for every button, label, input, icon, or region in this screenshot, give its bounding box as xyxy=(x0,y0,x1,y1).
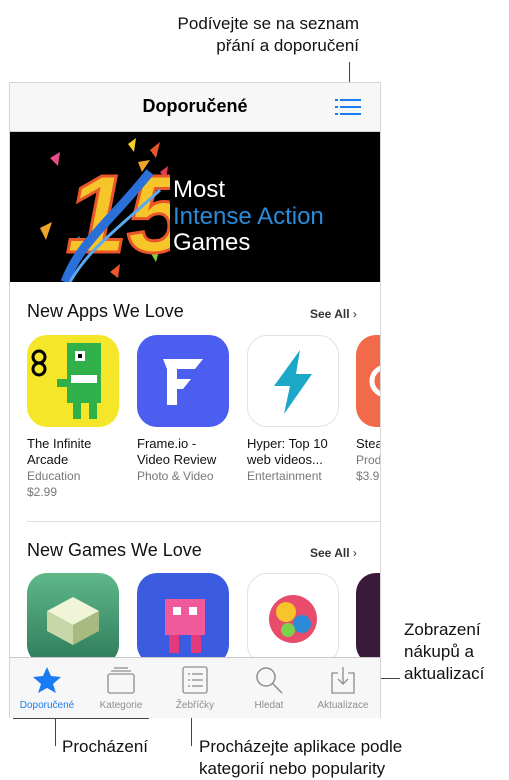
banner-artwork: 15 xyxy=(40,138,170,282)
app-tile-frame-io[interactable]: Frame.io - Video Review Photo & Video xyxy=(137,335,233,484)
app-store-screen: Doporučené 15 xyxy=(9,82,381,718)
app-name-line2: web videos... xyxy=(247,452,323,467)
stack-game-app-icon xyxy=(27,573,119,665)
app-name-line1: Frame.io - xyxy=(137,436,197,451)
section-divider xyxy=(27,521,380,522)
app-category: Photo & Video xyxy=(137,469,214,483)
frame-io-app-icon xyxy=(137,335,229,427)
banner-line3: Games xyxy=(173,229,251,256)
callout-wishlist-line1: Podívejte se na seznam xyxy=(177,14,359,33)
tab-label: Kategorie xyxy=(99,700,143,711)
lightning-bolt-icon xyxy=(274,350,312,414)
hyper-app-icon xyxy=(247,335,339,427)
infinite-arcade-app-icon xyxy=(27,335,119,427)
tab-label: Aktualizace xyxy=(317,700,369,711)
callout-updates-line3: aktualizací xyxy=(404,664,485,683)
download-icon xyxy=(331,667,355,694)
app-name: Frame.io - Video Review xyxy=(137,436,233,468)
game-tile-1[interactable] xyxy=(27,573,123,665)
colorful-sphere-icon xyxy=(269,595,317,643)
ring-icon xyxy=(369,365,380,397)
callout-categories: Procházejte aplikace podle kategorií neb… xyxy=(199,736,402,780)
star-icon xyxy=(33,667,61,693)
tab-updates[interactable]: Aktualizace xyxy=(306,658,380,718)
search-icon xyxy=(256,667,283,694)
see-all-new-games[interactable]: See All › xyxy=(310,546,357,560)
list-icon[interactable] xyxy=(335,97,361,117)
callout-browse: Procházení xyxy=(62,737,148,756)
tab-search[interactable]: Hledat xyxy=(232,658,306,718)
game-tile-2[interactable] xyxy=(137,573,233,665)
callout-updates-line1: Zobrazení xyxy=(404,620,481,639)
game-tile-partial[interactable] xyxy=(356,573,380,665)
pink-character-icon xyxy=(165,599,205,653)
stack-icon xyxy=(107,667,135,694)
chevron-right-icon: › xyxy=(352,307,357,321)
app-tile-infinite-arcade[interactable]: The Infinite Arcade Education $2.99 xyxy=(27,335,123,500)
list-icon xyxy=(182,666,208,694)
chicken-game-app-icon xyxy=(137,573,229,665)
callout-categories-line2: kategorií nebo popularity xyxy=(199,759,386,778)
callout-line-categories xyxy=(191,718,192,746)
tower-blocks-icon xyxy=(47,597,99,645)
tab-label: Žebříčky xyxy=(175,700,215,711)
robot-dino-icon xyxy=(31,343,101,419)
tab-bar: Doporučené Kategorie Žebříčky Hledat Akt… xyxy=(10,657,380,718)
game-tile-3[interactable] xyxy=(247,573,343,665)
callout-wishlist-line2: přání a doporučení xyxy=(216,36,359,55)
app-category: Entertainment xyxy=(247,469,322,483)
tab-top-charts[interactable]: Žebříčky xyxy=(158,658,232,718)
app-price: $2.99 xyxy=(27,485,58,499)
see-all-label: See All xyxy=(310,307,350,321)
app-name: Hyper: Top 10 web videos... xyxy=(247,436,343,468)
color-ball-app-icon xyxy=(247,573,339,665)
tab-featured[interactable]: Doporučené xyxy=(10,658,84,718)
tab-categories[interactable]: Kategorie xyxy=(84,658,158,718)
dark-game-app-icon xyxy=(356,573,380,665)
app-category: Prod xyxy=(356,453,381,467)
partial-app-icon xyxy=(356,335,380,427)
callout-updates: Zobrazení nákupů a aktualizací xyxy=(404,619,484,685)
callout-categories-line1: Procházejte aplikace podle xyxy=(199,737,403,756)
see-all-new-apps[interactable]: See All › xyxy=(310,307,357,321)
frame-io-logo-icon xyxy=(163,359,203,405)
tab-label: Doporučené xyxy=(19,700,75,711)
app-name-line1: Hyper: Top 10 xyxy=(247,436,328,451)
callout-bracket-left xyxy=(13,718,149,719)
callout-line-browse xyxy=(55,718,56,746)
callout-updates-line2: nákupů a xyxy=(404,642,474,661)
navigation-bar: Doporučené xyxy=(10,83,380,132)
featured-banner[interactable]: 15 Most Intense Action Games xyxy=(10,132,380,282)
app-tile-partial[interactable]: Stea Prod $3.9 xyxy=(356,335,381,484)
chevron-right-icon: › xyxy=(352,546,357,560)
page-title: Doporučené xyxy=(142,96,248,116)
banner-line1: Most xyxy=(173,176,226,203)
app-name-line2: Arcade xyxy=(27,452,69,467)
app-category: Education xyxy=(27,469,81,483)
app-name-line1: The Infinite xyxy=(27,436,92,451)
app-price: $3.9 xyxy=(356,469,380,483)
app-name-line2: Video Review xyxy=(137,452,217,467)
section-title-new-apps: New Apps We Love xyxy=(27,301,184,321)
app-name: Stea xyxy=(356,436,381,452)
tab-label: Hledat xyxy=(254,700,284,711)
see-all-label: See All xyxy=(310,546,350,560)
callout-wishlist: Podívejte se na seznam přání a doporučen… xyxy=(122,13,359,57)
banner-line2: Intense Action xyxy=(173,203,324,230)
app-tile-hyper[interactable]: Hyper: Top 10 web videos... Entertainmen… xyxy=(247,335,343,484)
app-name: The Infinite Arcade xyxy=(27,436,123,468)
section-title-new-games: New Games We Love xyxy=(27,540,202,560)
app-name-line1: Stea xyxy=(356,436,381,451)
